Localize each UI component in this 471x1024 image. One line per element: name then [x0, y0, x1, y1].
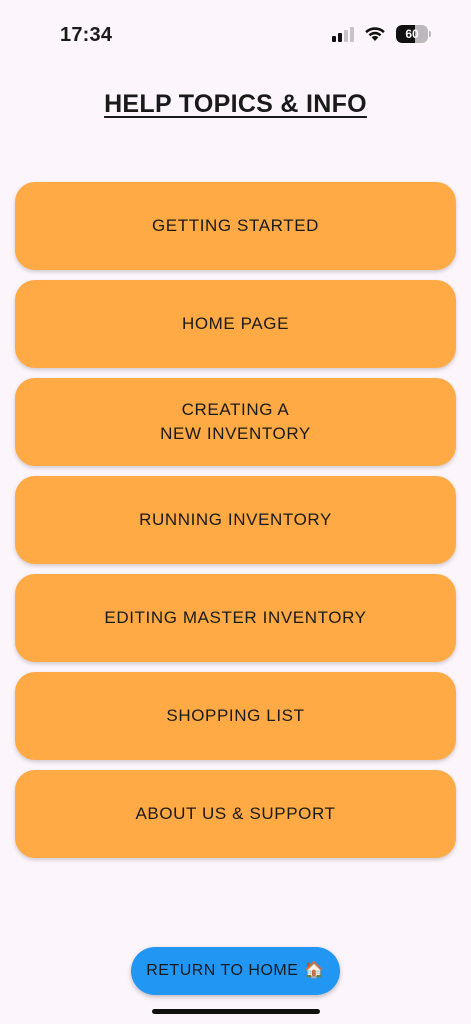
- battery-percentage: 60: [405, 27, 419, 41]
- return-to-home-button[interactable]: RETURN TO HOME 🏠: [131, 947, 340, 995]
- help-topics-list: GETTING STARTED HOME PAGE CREATING A NEW…: [15, 182, 456, 868]
- wifi-icon: [365, 27, 385, 41]
- status-time: 17:34: [60, 24, 113, 46]
- home-indicator-bar[interactable]: [152, 1009, 320, 1014]
- topic-about-us-support-button[interactable]: ABOUT US & SUPPORT: [15, 770, 456, 858]
- page-title: HELP TOPICS & INFO: [104, 90, 367, 118]
- cellular-signal-icon: [332, 26, 354, 42]
- battery-indicator: 60: [396, 25, 431, 43]
- house-emoji-icon: 🏠: [304, 962, 325, 979]
- help-topics-screen: 17:34 60 HELP TOPICS & INFO GETTING STAR…: [0, 0, 471, 1024]
- topic-editing-master-inventory-button[interactable]: EDITING MASTER INVENTORY: [15, 574, 456, 662]
- battery-icon: 60: [396, 25, 428, 43]
- topic-creating-new-inventory-button[interactable]: CREATING A NEW INVENTORY: [15, 378, 456, 466]
- topic-getting-started-button[interactable]: GETTING STARTED: [15, 182, 456, 270]
- topic-running-inventory-button[interactable]: RUNNING INVENTORY: [15, 476, 456, 564]
- return-to-home-label: RETURN TO HOME: [146, 962, 299, 979]
- status-bar: 17:34 60: [0, 0, 471, 70]
- topic-shopping-list-button[interactable]: SHOPPING LIST: [15, 672, 456, 760]
- status-icons: 60: [332, 25, 431, 43]
- topic-home-page-button[interactable]: HOME PAGE: [15, 280, 456, 368]
